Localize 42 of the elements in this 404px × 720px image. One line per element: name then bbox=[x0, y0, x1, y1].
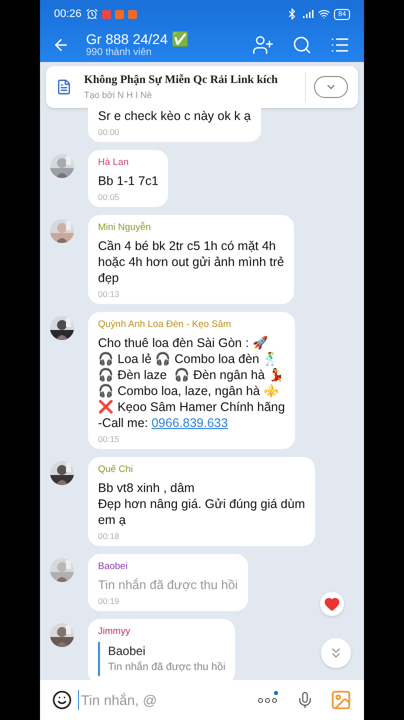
member-count: 990 thành viên bbox=[86, 47, 153, 59]
message-input[interactable]: Tin nhắn, @ bbox=[81, 690, 250, 710]
chat-title: Gr 888 24/24 ✅ bbox=[86, 31, 190, 47]
microphone-button[interactable] bbox=[296, 691, 314, 709]
sender-name: Quế Chi bbox=[98, 464, 134, 476]
signal-icon bbox=[302, 9, 314, 19]
sticker-button[interactable] bbox=[52, 690, 72, 710]
image-button[interactable] bbox=[330, 689, 352, 711]
status-time: 00:26 bbox=[54, 6, 82, 22]
document-icon bbox=[56, 79, 72, 95]
sender-name: Quỳnh Anh Loa Đèn - Kẹo Sâm bbox=[98, 319, 232, 331]
message-text: Bb 1-1 7c1 bbox=[98, 173, 158, 189]
composer-bar[interactable]: Tin nhắn, @ bbox=[40, 680, 364, 720]
quoted-sender: Baobei bbox=[108, 643, 146, 660]
heart-icon bbox=[324, 596, 340, 612]
sender-name: Mini Nguyễn bbox=[98, 222, 152, 234]
pinned-message-card[interactable]: Không Phận Sự Miễn Qc Rải Link kích Tạo bởi N H I Nè bbox=[46, 66, 358, 108]
message-time: 00:13 bbox=[98, 288, 120, 300]
sender-name: Jimmyy bbox=[98, 626, 132, 638]
message-text: Cần 4 bé bk 2tr c5 1h có mặt 4h hoặc 4h hơn out gửi ảnh mình trẻ đẹp bbox=[98, 238, 284, 286]
alarm-icon bbox=[86, 8, 98, 20]
sender-name: Hà Lan bbox=[98, 157, 130, 169]
back-button[interactable] bbox=[52, 36, 70, 54]
search-button[interactable] bbox=[292, 35, 312, 55]
message-time: 00:15 bbox=[98, 433, 120, 445]
quoted-text: Tin nhắn đã được thu hồi bbox=[108, 660, 226, 675]
message-time: 00:19 bbox=[98, 595, 120, 607]
sender-name: Baobei bbox=[98, 561, 129, 573]
pinned-author: Tạo bởi N H I Nè bbox=[84, 88, 153, 102]
phone-link[interactable]: 0966.839.633 bbox=[151, 416, 228, 430]
message-text: Bb vt8 xinh , dâm Đẹp hơn nâng giá. Gửi đúng giá dùm em ạ bbox=[98, 480, 305, 528]
message-text: Tin nhắn đã được thu hồi bbox=[98, 577, 238, 593]
message-text: Sr e check kèo c này ok k ạ bbox=[98, 108, 251, 124]
text-cursor bbox=[78, 690, 79, 710]
add-member-button[interactable] bbox=[252, 34, 274, 56]
expand-button[interactable] bbox=[314, 76, 348, 98]
message-time: 00:00 bbox=[98, 126, 120, 138]
message-time: 00:05 bbox=[98, 191, 120, 203]
heart-reaction-button[interactable] bbox=[320, 592, 344, 616]
message-time: 00:18 bbox=[98, 530, 120, 542]
message-text: Cho thuê loa đèn Sài Gòn : 🚀 🎧 Loa lẻ 🎧 Combo loa đèn 🕺 🎧 Đèn laze 🎧 Đèn ngân hà 💃 🎧 Combo loa, laze, ngân hà ⚜ ❌ Kẹoo Sâm Hamer Chính hãng -Call me: 0966.839.633 bbox=[98, 335, 285, 431]
pinned-title: Không Phận Sự Miễn Qc Rải Link kích bbox=[84, 72, 279, 88]
